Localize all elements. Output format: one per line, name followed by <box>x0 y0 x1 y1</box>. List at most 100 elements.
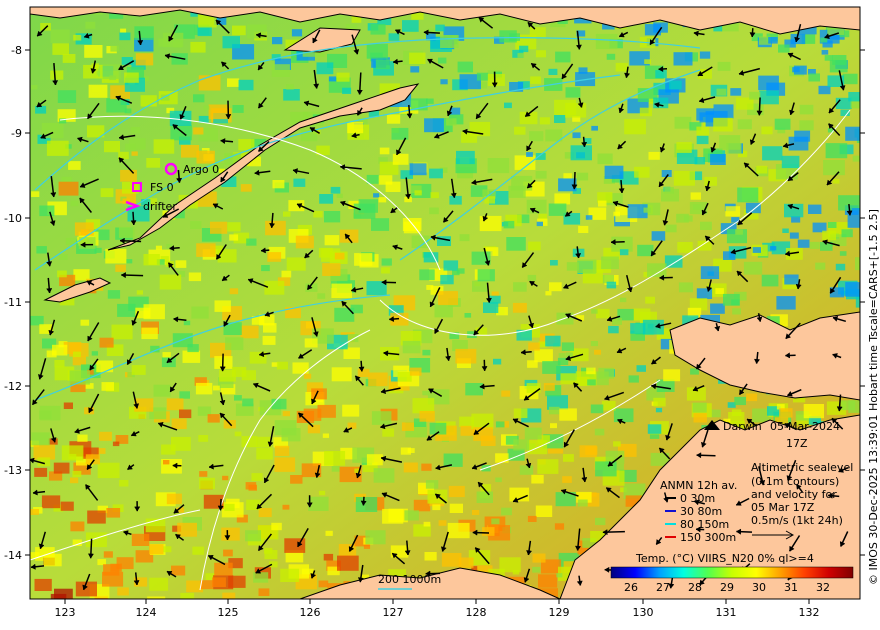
sst-cell <box>737 187 759 203</box>
sst-cell <box>845 126 860 141</box>
sst-cell <box>459 234 470 242</box>
sst-cell <box>642 319 664 335</box>
sst-cell <box>590 404 604 414</box>
sst-cell <box>746 393 758 402</box>
colorbar-tick: 27 <box>656 581 670 594</box>
sst-cell <box>577 259 597 273</box>
sst-cell <box>761 274 779 287</box>
sst-cell <box>839 251 847 256</box>
sst-cell <box>440 79 448 85</box>
sst-cell <box>52 43 69 55</box>
sst-cell <box>53 462 70 474</box>
sst-cell <box>73 34 82 41</box>
sst-cell <box>692 402 707 413</box>
sst-cell <box>103 551 113 558</box>
sst-cell <box>730 88 742 96</box>
sst-cell <box>692 204 701 210</box>
sst-cell <box>50 70 64 80</box>
sst-cell <box>456 150 475 165</box>
sst-cell <box>87 510 106 524</box>
sst-cell <box>673 52 693 66</box>
sst-cell <box>282 411 290 417</box>
sst-cell <box>558 353 566 358</box>
sst-cell <box>212 577 226 587</box>
sst-cell <box>464 313 472 318</box>
sst-cell <box>779 408 793 418</box>
sst-cell <box>823 160 845 176</box>
sst-cell <box>645 296 655 304</box>
sst-cell <box>378 197 387 203</box>
sst-cell <box>97 462 120 479</box>
x-tick: 132 <box>799 606 820 619</box>
sst-cell <box>223 549 233 557</box>
bathymetry-label: 200 1000m <box>378 573 441 586</box>
sst-cell <box>561 342 574 351</box>
sst-cell <box>534 349 553 363</box>
sst-cell <box>54 588 73 599</box>
y-tick: -11 <box>4 296 22 309</box>
sst-cell <box>576 172 589 181</box>
sst-cell <box>835 263 846 271</box>
sst-cell <box>822 230 836 241</box>
sst-cell <box>493 358 502 365</box>
sst-map: 123 124 125 126 127 128 129 130 131 132 … <box>4 6 880 619</box>
sst-cell <box>141 327 158 340</box>
sst-cell <box>538 574 558 588</box>
sst-cell <box>283 89 300 101</box>
sst-cell <box>847 214 860 228</box>
sst-cell <box>517 53 525 58</box>
sst-cell <box>472 280 488 292</box>
sst-cell <box>644 24 661 36</box>
sst-cell <box>248 484 257 491</box>
sst-cell <box>88 84 108 98</box>
sst-cell <box>190 41 206 53</box>
sst-cell <box>438 520 447 526</box>
sst-cell <box>120 28 127 33</box>
sst-cell <box>476 491 493 503</box>
sst-cell <box>125 143 136 152</box>
sst-cell <box>119 480 129 487</box>
sst-cell <box>565 87 581 98</box>
sst-cell <box>347 122 364 134</box>
sst-cell <box>570 145 592 161</box>
sst-cell <box>96 360 114 373</box>
sst-cell <box>543 383 555 391</box>
sst-cell <box>317 293 326 299</box>
sst-cell <box>63 402 73 409</box>
sst-cell <box>99 337 114 348</box>
sst-cell <box>699 51 711 59</box>
sst-cell <box>585 215 593 220</box>
sst-cell <box>197 26 212 37</box>
sst-cell <box>664 187 674 194</box>
sst-cell <box>613 441 621 447</box>
sst-cell <box>198 75 221 91</box>
colorbar-tick: 32 <box>816 581 830 594</box>
sst-cell <box>118 226 135 238</box>
sst-cell <box>91 351 98 356</box>
sst-cell <box>295 235 314 249</box>
sst-cell <box>527 360 538 368</box>
sst-cell <box>149 544 164 555</box>
sst-cell <box>797 239 810 248</box>
sst-cell <box>323 553 334 561</box>
sst-cell <box>664 255 683 268</box>
sst-cell <box>263 323 277 333</box>
sst-cell <box>636 365 646 372</box>
sst-cell <box>117 303 136 317</box>
sst-cell <box>756 165 768 174</box>
sst-cell <box>221 527 240 541</box>
sst-cell <box>324 211 341 223</box>
sst-cell <box>606 281 617 289</box>
sst-cell <box>528 342 540 351</box>
sst-cell <box>342 87 352 94</box>
sst-cell <box>782 228 789 233</box>
sst-cell <box>199 477 215 489</box>
sst-cell <box>432 504 441 511</box>
sst-cell <box>214 562 233 576</box>
sst-cell <box>527 274 537 281</box>
y-tick: -14 <box>4 549 22 562</box>
sst-cell <box>545 335 561 347</box>
svg-text:30 80m: 30 80m <box>680 505 722 518</box>
sst-cell <box>62 54 76 63</box>
sst-cell <box>262 335 276 345</box>
